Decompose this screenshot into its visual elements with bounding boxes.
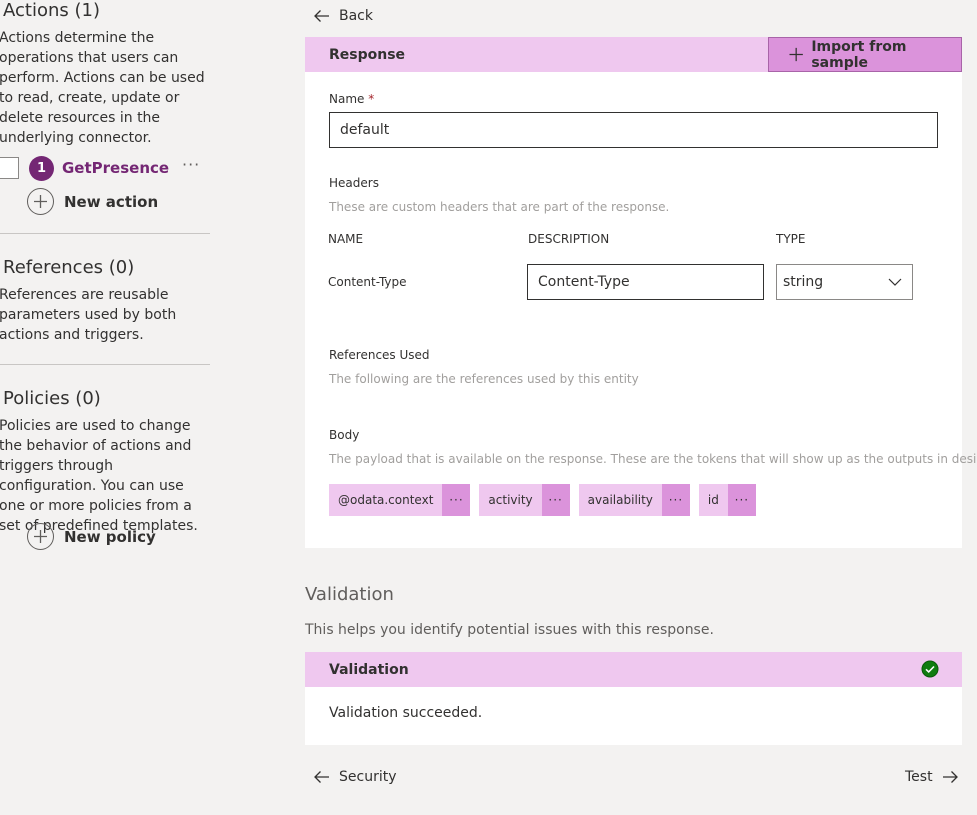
action-number-badge: 1 <box>29 156 54 181</box>
required-marker: * <box>368 92 375 106</box>
import-from-sample-button[interactable]: Import from sample <box>768 37 962 72</box>
security-label: Security <box>339 769 397 785</box>
response-title: Response <box>329 47 406 63</box>
headers-hint: These are custom headers that are part o… <box>329 200 670 214</box>
plus-circle-icon <box>27 523 54 550</box>
name-input[interactable]: default <box>329 112 938 148</box>
divider <box>0 233 210 234</box>
actions-description: Actions determine the operations that us… <box>0 30 205 146</box>
token-more-icon[interactable]: ··· <box>541 484 570 516</box>
arrow-right-icon <box>942 771 958 783</box>
column-description: DESCRIPTION <box>528 232 610 246</box>
column-type: TYPE <box>776 232 806 246</box>
references-used-hint: The following are the references used by… <box>329 372 639 386</box>
new-action-label: New action <box>64 192 159 211</box>
column-name: NAME <box>328 232 364 246</box>
validation-card-title: Validation <box>329 662 409 678</box>
references-title: References (0) <box>3 257 135 278</box>
new-action-button[interactable]: New action <box>27 188 158 215</box>
headers-label: Headers <box>329 176 379 190</box>
name-label: Name * <box>329 92 375 106</box>
references-used-label: References Used <box>329 348 430 362</box>
header-row-name: Content-Type <box>328 275 407 289</box>
new-policy-label: New policy <box>64 527 156 546</box>
security-link[interactable]: Security <box>313 769 397 785</box>
token-label: availability <box>587 493 653 507</box>
validation-section-desc: This helps you identify potential issues… <box>305 622 714 638</box>
chevron-down-icon <box>888 278 902 286</box>
policies-title: Policies (0) <box>3 388 101 409</box>
action-getpresence[interactable]: GetPresence <box>62 159 169 177</box>
body-token[interactable]: id ··· <box>698 484 756 516</box>
body-token[interactable]: availability ··· <box>578 484 690 516</box>
actions-title: Actions (1) <box>3 0 100 21</box>
body-token[interactable]: @odata.context ··· <box>329 484 471 516</box>
action-more-icon[interactable]: ··· <box>182 155 200 174</box>
test-link[interactable]: Test <box>905 769 959 785</box>
arrow-left-icon <box>314 10 329 22</box>
token-label: activity <box>488 493 533 507</box>
body-token[interactable]: activity ··· <box>479 484 570 516</box>
body-hint: The payload that is available on the res… <box>329 452 977 466</box>
body-tokens: @odata.context ··· activity ··· availabi… <box>329 484 756 516</box>
token-more-icon[interactable]: ··· <box>727 484 756 516</box>
arrow-left-icon <box>314 771 329 783</box>
back-link[interactable]: Back <box>313 8 373 24</box>
references-description: References are reusable parameters used … <box>0 287 177 343</box>
token-more-icon[interactable]: ··· <box>661 484 690 516</box>
plus-circle-icon <box>27 188 54 215</box>
policies-description: Policies are used to change the behavior… <box>0 418 198 534</box>
test-label: Test <box>905 769 933 785</box>
response-card: Response Import from sample Name * defau… <box>305 37 977 548</box>
validation-card: Validation Validation succeeded. <box>305 652 962 745</box>
header-type-value: string <box>783 274 824 290</box>
header-type-select[interactable]: string <box>776 264 913 300</box>
new-policy-button[interactable]: New policy <box>27 523 156 550</box>
plus-icon <box>789 47 803 62</box>
checkmark-circle-icon <box>921 660 939 678</box>
back-label: Back <box>339 8 373 24</box>
action-checkbox[interactable] <box>0 157 19 179</box>
import-label: Import from sample <box>811 38 907 71</box>
header-description-input[interactable]: Content-Type <box>527 264 764 300</box>
left-panel: Actions (1) Actions determine the operat… <box>0 0 215 815</box>
body-label: Body <box>329 428 360 442</box>
token-more-icon[interactable]: ··· <box>442 484 471 516</box>
validation-section-title: Validation <box>305 584 394 605</box>
token-label: id <box>707 493 719 507</box>
validation-message: Validation succeeded. <box>329 705 483 721</box>
token-label: @odata.context <box>338 493 434 507</box>
divider <box>0 364 210 365</box>
